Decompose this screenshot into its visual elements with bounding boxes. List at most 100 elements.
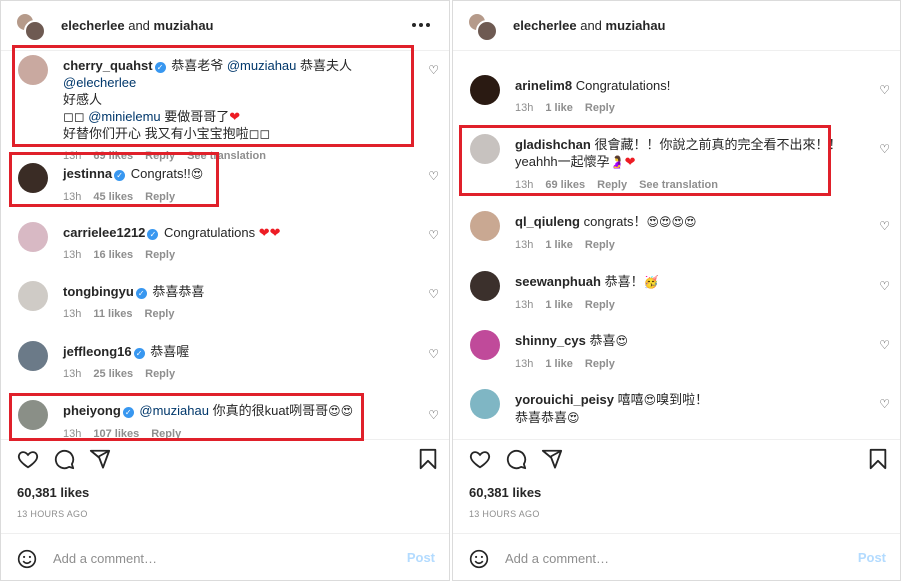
comment-time[interactable]: 13h bbox=[515, 237, 533, 254]
comment-icon[interactable] bbox=[53, 448, 75, 470]
comment-likes[interactable]: 25 likes bbox=[93, 366, 133, 383]
mention-link[interactable]: @elecherlee bbox=[63, 75, 136, 90]
heart-emoji: ❤ bbox=[229, 109, 241, 124]
reply-button[interactable]: Reply bbox=[145, 247, 175, 264]
reply-button[interactable]: Reply bbox=[145, 366, 175, 383]
comment-username[interactable]: yorouichi_peisy bbox=[515, 392, 614, 407]
comment-username[interactable]: jeffleong16 bbox=[63, 344, 132, 359]
author-2[interactable]: muziahau bbox=[606, 18, 666, 33]
post-button[interactable]: Post bbox=[407, 550, 435, 565]
comment-time[interactable]: 13h bbox=[63, 148, 81, 165]
comment-username[interactable]: tongbingyu bbox=[63, 284, 134, 299]
comment-likes[interactable]: 16 likes bbox=[93, 247, 133, 264]
comment-username[interactable]: carrielee1212 bbox=[63, 225, 145, 240]
comment-username[interactable]: cherry_quahst bbox=[63, 58, 153, 73]
reply-button[interactable]: Reply bbox=[145, 306, 175, 323]
avatar[interactable] bbox=[18, 55, 48, 85]
avatar[interactable] bbox=[470, 330, 500, 360]
heart-icon[interactable]: ♡ bbox=[879, 219, 890, 233]
author-1[interactable]: elecherlee bbox=[61, 18, 125, 33]
comment-likes[interactable]: 1 like bbox=[545, 237, 573, 254]
avatar[interactable] bbox=[18, 400, 48, 430]
post-authors[interactable]: elecherlee and muziahau bbox=[513, 18, 666, 33]
reply-button[interactable]: Reply bbox=[597, 177, 627, 194]
avatar[interactable] bbox=[15, 12, 47, 42]
heart-icon[interactable] bbox=[17, 448, 39, 470]
mention-link[interactable]: @muziahau bbox=[139, 403, 209, 418]
heart-icon[interactable]: ♡ bbox=[428, 63, 439, 77]
comment-username[interactable]: arinelim8 bbox=[515, 78, 572, 93]
avatar[interactable] bbox=[470, 75, 500, 105]
bookmark-icon[interactable] bbox=[417, 448, 439, 470]
mention-link[interactable]: @muziahau bbox=[227, 58, 297, 73]
heart-icon[interactable]: ♡ bbox=[879, 142, 890, 156]
reply-button[interactable]: Reply bbox=[585, 237, 615, 254]
avatar[interactable] bbox=[18, 341, 48, 371]
comment-likes[interactable]: 1 like bbox=[545, 356, 573, 373]
author-2[interactable]: muziahau bbox=[154, 18, 214, 33]
avatar[interactable] bbox=[18, 281, 48, 311]
heart-icon[interactable]: ♡ bbox=[428, 408, 439, 422]
share-icon[interactable] bbox=[541, 448, 563, 470]
heart-icon[interactable]: ♡ bbox=[879, 338, 890, 352]
heart-icon[interactable]: ♡ bbox=[428, 347, 439, 361]
add-comment-input[interactable] bbox=[53, 548, 353, 568]
mention-link[interactable]: @minielemu bbox=[88, 109, 160, 124]
comment-text: 恭喜夫人 bbox=[296, 58, 353, 73]
comment-likes[interactable]: 45 likes bbox=[93, 189, 133, 206]
add-comment-input[interactable] bbox=[505, 548, 805, 568]
reply-button[interactable]: Reply bbox=[145, 148, 175, 165]
smiley-icon[interactable] bbox=[469, 549, 489, 569]
heart-icon[interactable]: ♡ bbox=[428, 287, 439, 301]
reply-button[interactable]: Reply bbox=[585, 356, 615, 373]
avatar[interactable] bbox=[470, 134, 500, 164]
heart-icon[interactable]: ♡ bbox=[428, 228, 439, 242]
author-1[interactable]: elecherlee bbox=[513, 18, 577, 33]
comment-username[interactable]: ql_qiuleng bbox=[515, 214, 580, 229]
avatar[interactable] bbox=[470, 211, 500, 241]
post-button[interactable]: Post bbox=[858, 550, 886, 565]
heart-icon[interactable]: ♡ bbox=[879, 83, 890, 97]
comment-username[interactable]: pheiyong bbox=[63, 403, 121, 418]
avatar[interactable] bbox=[470, 389, 500, 419]
heart-icon[interactable]: ♡ bbox=[879, 279, 890, 293]
comment-likes[interactable]: 11 likes bbox=[93, 306, 132, 323]
comment-time[interactable]: 13h bbox=[63, 306, 81, 323]
smiley-icon[interactable] bbox=[17, 549, 37, 569]
post-authors[interactable]: elecherlee and muziahau bbox=[61, 18, 214, 33]
heart-icon[interactable] bbox=[469, 448, 491, 470]
comment-time[interactable]: 13h bbox=[63, 189, 81, 206]
heart-eyes-emoji: 😍 bbox=[643, 393, 657, 407]
comment-likes[interactable]: 69 likes bbox=[93, 148, 133, 165]
comment-icon[interactable] bbox=[505, 448, 527, 470]
more-icon[interactable] bbox=[409, 13, 433, 37]
heart-icon[interactable]: ♡ bbox=[428, 169, 439, 183]
share-icon[interactable] bbox=[89, 448, 111, 470]
bookmark-icon[interactable] bbox=[867, 448, 889, 470]
avatar[interactable] bbox=[18, 222, 48, 252]
see-translation-button[interactable]: See translation bbox=[639, 177, 718, 194]
avatar[interactable] bbox=[470, 271, 500, 301]
comment-username[interactable]: jestinna bbox=[63, 166, 112, 181]
comment-time[interactable]: 13h bbox=[63, 247, 81, 264]
likes-count[interactable]: 60,381 likes bbox=[469, 485, 541, 500]
see-translation-button[interactable]: See translation bbox=[187, 148, 266, 165]
comment-username[interactable]: gladishchan bbox=[515, 137, 591, 152]
comment-likes[interactable]: 1 like bbox=[545, 100, 573, 117]
heart-icon[interactable]: ♡ bbox=[879, 397, 890, 411]
avatar[interactable] bbox=[467, 12, 499, 42]
comment-time[interactable]: 13h bbox=[515, 100, 533, 117]
comment-likes[interactable]: 1 like bbox=[545, 297, 573, 314]
comment-username[interactable]: shinny_cys bbox=[515, 333, 586, 348]
reply-button[interactable]: Reply bbox=[585, 100, 615, 117]
comment-time[interactable]: 13h bbox=[63, 366, 81, 383]
comment-time[interactable]: 13h bbox=[515, 356, 533, 373]
comment-likes[interactable]: 69 likes bbox=[545, 177, 585, 194]
comment-time[interactable]: 13h bbox=[515, 297, 533, 314]
avatar[interactable] bbox=[18, 163, 48, 193]
reply-button[interactable]: Reply bbox=[145, 189, 175, 206]
likes-count[interactable]: 60,381 likes bbox=[17, 485, 89, 500]
reply-button[interactable]: Reply bbox=[585, 297, 615, 314]
comment-username[interactable]: seewanphuah bbox=[515, 274, 601, 289]
comment-time[interactable]: 13h bbox=[515, 177, 533, 194]
